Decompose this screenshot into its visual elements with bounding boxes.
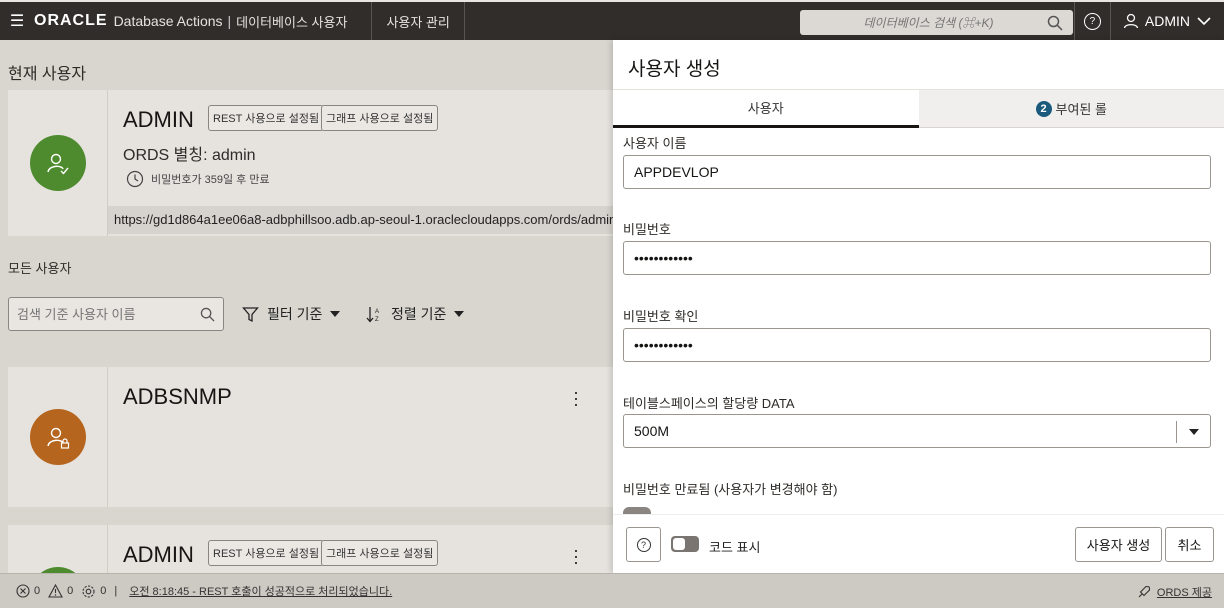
error-count[interactable]: 0 — [16, 584, 40, 598]
password-expiry: 비밀번호가 359일 후 만료 — [126, 170, 270, 188]
clock-icon — [126, 170, 144, 188]
user-check-icon — [47, 153, 69, 175]
help-icon: ? — [636, 537, 651, 552]
rocket-icon — [1138, 585, 1150, 598]
password-field[interactable]: •••••••••••• — [623, 241, 1211, 275]
filter-icon — [242, 306, 259, 322]
confirm-password-input[interactable]: •••••••••••• — [634, 337, 693, 353]
svg-text:Z: Z — [375, 317, 379, 323]
top-bar: ☰ ORACLE Database Actions | 데이터베이스 사용자 사… — [0, 0, 1224, 40]
username-field[interactable] — [623, 155, 1211, 189]
caret-down-icon — [454, 311, 465, 317]
password-expired-toggle[interactable] — [623, 507, 651, 514]
tab-user[interactable]: 사용자 — [613, 90, 919, 128]
filter-button[interactable]: 필터 기준 — [242, 302, 341, 326]
graph-enabled-badge: 그래프 사용으로 설정됨 — [321, 105, 439, 131]
search-icon[interactable] — [1047, 15, 1063, 31]
confirm-password-field[interactable]: •••••••••••• — [623, 328, 1211, 362]
sort-button[interactable]: AZ 정렬 기준 — [366, 302, 465, 326]
username-input[interactable] — [634, 164, 1200, 180]
quota-value: 500M — [634, 423, 670, 439]
user-name: ADMIN — [123, 542, 194, 567]
password-expired-label: 비밀번호 만료됨 (사용자가 변경해야 함) — [623, 482, 838, 497]
user-check-avatar — [30, 135, 86, 191]
user-name: ADBSNMP — [123, 384, 232, 409]
oracle-logo: ORACLE — [34, 12, 108, 29]
user-icon — [1123, 13, 1139, 29]
rest-enabled-badge: REST 사용으로 설정됨 — [208, 105, 325, 131]
quota-select[interactable]: 500M — [623, 414, 1211, 448]
more-actions-icon[interactable]: · · · — [570, 383, 582, 413]
panel-title: 사용자 생성 — [628, 59, 721, 80]
all-users-heading: 모든 사용자 — [8, 261, 72, 276]
ords-link[interactable]: ORDS 제공 — [1137, 584, 1212, 600]
graph-enabled-badge: 그래프 사용으로 설정됨 — [321, 540, 439, 566]
help-button[interactable]: ? — [626, 527, 661, 562]
panel-footer: ? 코드 표시 사용자 생성 취소 — [613, 514, 1224, 573]
step-number: 2 — [1035, 100, 1052, 117]
user-search[interactable] — [8, 297, 224, 331]
help-button[interactable]: ? — [1073, 2, 1110, 40]
warning-icon — [48, 584, 64, 598]
user-search-input[interactable] — [17, 306, 200, 322]
current-user-card: ADMIN REST 사용으로 설정됨 그래프 사용으로 설정됨 ORDS 별칭… — [8, 90, 613, 236]
caret-down-icon — [330, 311, 341, 317]
user-card[interactable]: ADMIN REST 사용으로 설정됨 그래프 사용으로 설정됨 · · · — [8, 525, 613, 573]
warning-count[interactable]: 0 — [48, 584, 73, 598]
error-icon — [16, 584, 30, 598]
current-user-heading: 현재 사용자 — [8, 66, 87, 83]
user-locked-avatar — [30, 409, 86, 465]
username-label: 사용자 이름 — [623, 136, 687, 151]
cancel-button[interactable]: 취소 — [1165, 527, 1214, 562]
svg-text:A: A — [375, 309, 379, 315]
password-label: 비밀번호 — [623, 222, 671, 237]
create-user-button[interactable]: 사용자 생성 — [1075, 527, 1162, 562]
status-bar: 0 0 0 | 오전 8:18:45 - REST 호출이 성공적으로 처리되었… — [0, 573, 1224, 608]
nav-user-management[interactable]: 사용자 관리 — [372, 2, 463, 40]
menu-icon[interactable]: ☰ — [0, 2, 34, 40]
user-menu[interactable]: ADMIN — [1109, 2, 1224, 40]
status-message[interactable]: 오전 8:18:45 - REST 호출이 성공적으로 처리되었습니다. — [129, 583, 392, 599]
help-icon: ? — [1083, 12, 1101, 30]
show-code-toggle[interactable] — [671, 536, 699, 552]
app-title[interactable]: Database Actions — [114, 13, 223, 29]
rest-enabled-badge: REST 사용으로 설정됨 — [208, 540, 325, 566]
user-name: ADMIN — [1144, 13, 1190, 29]
password-input[interactable]: •••••••••••• — [634, 250, 693, 266]
chevron-down-icon — [1197, 17, 1211, 26]
chevron-down-icon[interactable] — [1176, 421, 1210, 443]
user-form: 사용자 이름 비밀번호 •••••••••••• 비밀번호 확인 •••••••… — [613, 129, 1224, 514]
show-code-label: 코드 표시 — [709, 540, 761, 555]
section-title: 데이터베이스 사용자 — [236, 14, 348, 30]
rest-url[interactable]: https://gd1d864a1ee06a8-adbphillsoo.adb.… — [108, 206, 613, 234]
search-icon[interactable] — [200, 307, 215, 322]
more-actions-icon[interactable]: · · · — [570, 541, 582, 571]
database-search[interactable] — [800, 10, 1073, 35]
settings-count[interactable]: 0 — [81, 584, 106, 599]
users-page: 현재 사용자 ADMIN REST 사용으로 설정됨 그래프 사용으로 설정됨 … — [0, 40, 613, 573]
current-user-name: ADMIN — [123, 107, 194, 132]
user-lock-icon — [47, 427, 70, 449]
create-user-panel: 사용자 생성 사용자 2 부여된 롤 사용자 이름 비밀번호 •••••••••… — [613, 40, 1224, 573]
sort-icon: AZ — [366, 306, 379, 323]
panel-tabs: 사용자 2 부여된 롤 — [613, 89, 1224, 128]
database-search-input[interactable] — [810, 15, 1047, 30]
ords-alias: ORDS 별칭: admin — [123, 147, 256, 164]
gear-icon — [82, 584, 95, 598]
confirm-password-label: 비밀번호 확인 — [623, 309, 699, 324]
quota-label: 테이블스페이스의 할당량 DATA — [623, 396, 795, 411]
tab-granted-roles[interactable]: 2 부여된 롤 — [918, 90, 1224, 128]
brand: ORACLE Database Actions | 데이터베이스 사용자 — [34, 2, 371, 40]
user-card[interactable]: ADBSNMP · · · — [8, 367, 613, 507]
